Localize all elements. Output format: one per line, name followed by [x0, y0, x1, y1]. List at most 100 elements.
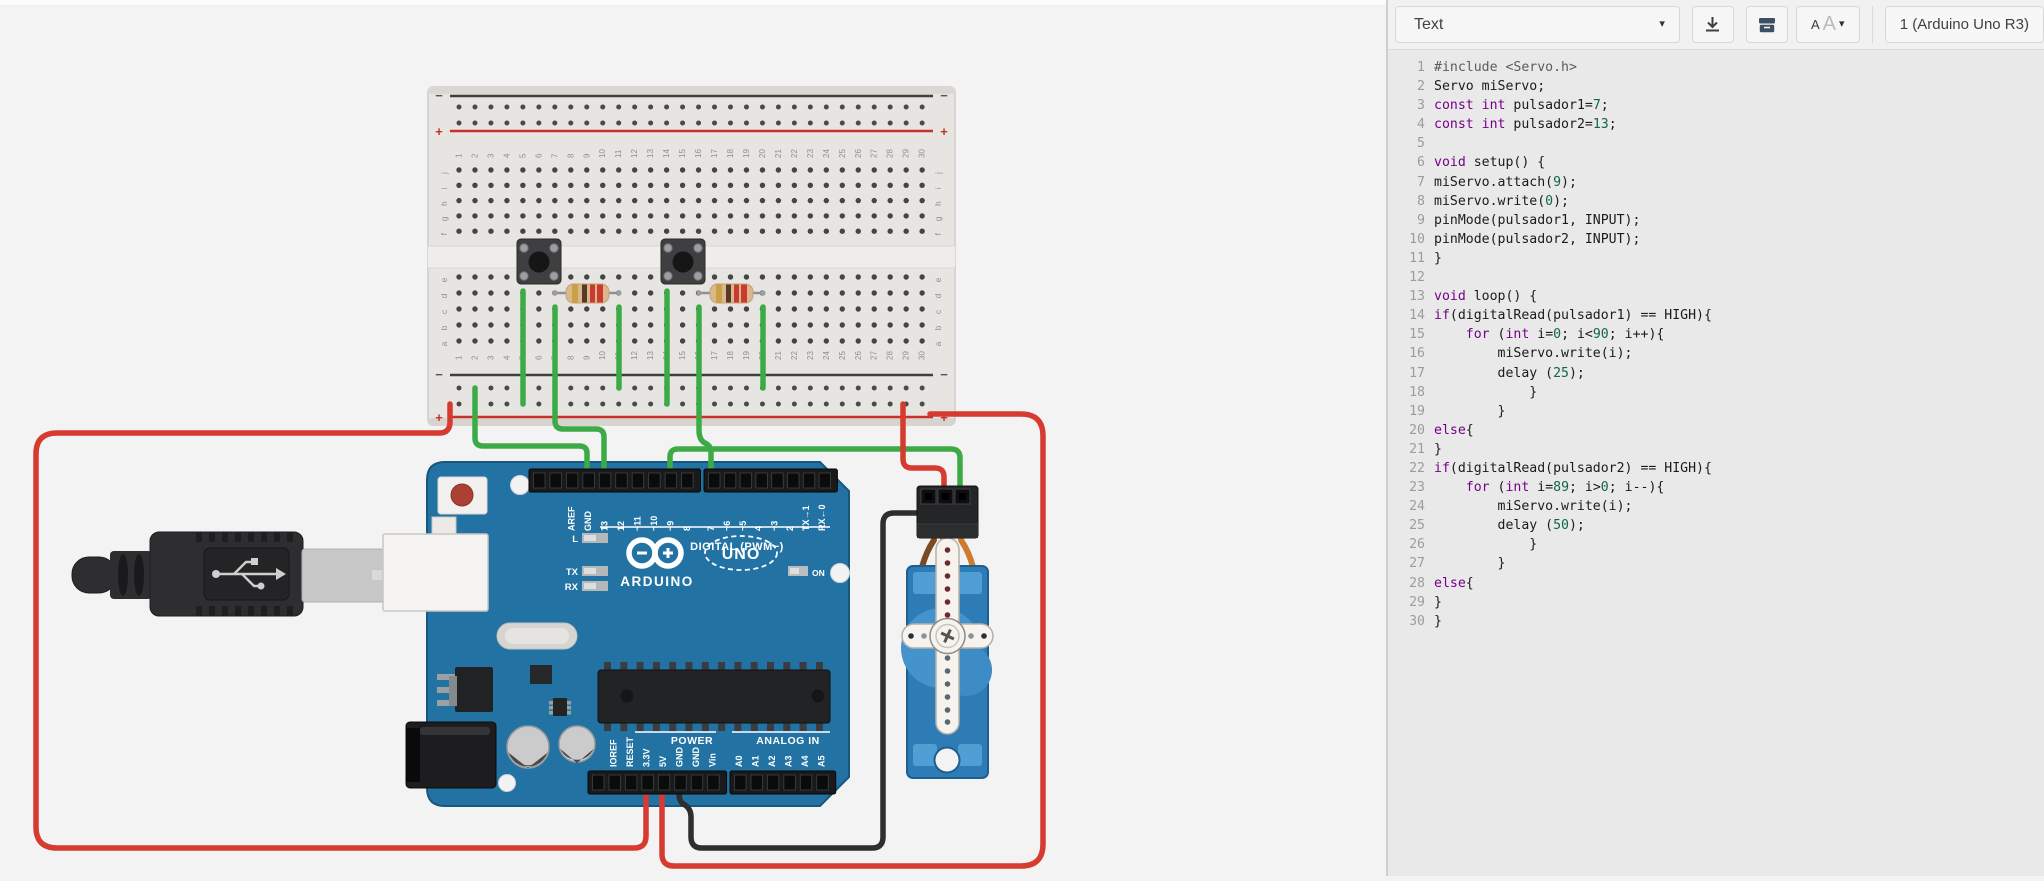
code-line[interactable]: 1 #include <Servo.h>	[1388, 58, 2044, 77]
code-text[interactable]: }	[1434, 612, 1442, 631]
code-text[interactable]: if(digitalRead(pulsador1) == HIGH){	[1434, 306, 1712, 325]
code-text[interactable]: miServo.write(i);	[1434, 344, 1633, 363]
text-size-button[interactable]: A A ▾	[1795, 6, 1860, 43]
svg-text:−: −	[435, 88, 443, 103]
code-text[interactable]: miServo.attach(9);	[1434, 173, 1577, 192]
code-text[interactable]: else{	[1434, 574, 1474, 593]
code-line[interactable]: 30}	[1388, 612, 2044, 631]
code-line[interactable]: 23 for (int i=89; i>0; i--){	[1388, 478, 2044, 497]
code-text[interactable]: const int pulsador1=7;	[1434, 96, 1609, 115]
svg-text:9: 9	[582, 153, 591, 158]
on-led-label: ON	[812, 568, 825, 578]
code-line[interactable]: 17 delay (25);	[1388, 364, 2044, 383]
code-text[interactable]: }	[1434, 402, 1506, 421]
code-line[interactable]: 29}	[1388, 593, 2044, 612]
line-number: 19	[1409, 403, 1425, 419]
code-text[interactable]: pinMode(pulsador1, INPUT);	[1434, 211, 1640, 230]
reset-button[interactable]	[437, 476, 488, 515]
code-text[interactable]: delay (25);	[1434, 364, 1585, 383]
arduino-uno[interactable]: L TX RX ARDUINO UNO ON DIGITAL (PWM~) PO…	[382, 461, 850, 807]
download-code-button[interactable]	[1691, 6, 1734, 43]
code-line[interactable]: 5	[1388, 134, 2044, 153]
code-line[interactable]: 11}	[1388, 249, 2044, 268]
code-text[interactable]: }	[1434, 554, 1506, 573]
code-text[interactable]: Servo miServo;	[1434, 77, 1545, 96]
code-text[interactable]: void loop() {	[1434, 287, 1537, 306]
code-line[interactable]: 22 if(digitalRead(pulsador2) == HIGH){	[1388, 459, 2044, 478]
code-line[interactable]: 16 miServo.write(i);	[1388, 344, 2044, 363]
code-line[interactable]: 27 }	[1388, 554, 2044, 573]
usb-shell-notch	[372, 570, 384, 580]
code-line[interactable]: 19 }	[1388, 402, 2044, 421]
led-L-label: L	[572, 534, 578, 545]
code-text[interactable]: pinMode(pulsador2, INPUT);	[1434, 230, 1640, 249]
code-line[interactable]: 10 pinMode(pulsador2, INPUT);	[1388, 230, 2044, 249]
code-line[interactable]: 25 delay (50);	[1388, 516, 2044, 535]
servo-motor[interactable]	[901, 537, 994, 779]
code-text[interactable]: for (int i=0; i<90; i++){	[1434, 325, 1665, 344]
usb-cable[interactable]	[71, 531, 385, 617]
code-line[interactable]: 2 Servo miServo;	[1388, 77, 2044, 96]
line-number: 20	[1409, 422, 1425, 438]
svg-text:i: i	[439, 187, 449, 189]
svg-text:30: 30	[918, 149, 927, 158]
code-line[interactable]: 12	[1388, 268, 2044, 287]
code-text[interactable]	[1434, 268, 1442, 287]
code-line[interactable]: 9 pinMode(pulsador1, INPUT);	[1388, 211, 2044, 230]
code-text[interactable]	[1434, 134, 1442, 153]
pushbutton-2[interactable]	[660, 238, 706, 285]
code-text[interactable]: void setup() {	[1434, 153, 1545, 172]
code-line[interactable]: 3 const int pulsador1=7;	[1388, 96, 2044, 115]
code-line[interactable]: 8 miServo.write(0);	[1388, 192, 2044, 211]
code-text[interactable]: }	[1434, 383, 1537, 402]
code-text[interactable]: else{	[1434, 421, 1474, 440]
button-cap[interactable]	[528, 251, 550, 273]
pushbutton-1[interactable]	[516, 238, 562, 285]
code-line[interactable]: 18 }	[1388, 383, 2044, 402]
svg-text:GND: GND	[583, 511, 593, 532]
code-text[interactable]: }	[1434, 593, 1442, 612]
usb-port[interactable]	[382, 533, 489, 612]
code-line[interactable]: 21}	[1388, 440, 2044, 459]
board-selector[interactable]: 1 (Arduino Uno R3)	[1884, 6, 2044, 43]
line-number: 11	[1409, 250, 1425, 266]
code-text[interactable]: #include <Servo.h>	[1434, 58, 1577, 77]
mounting-hole	[830, 563, 850, 583]
code-line[interactable]: 4 const int pulsador2=13;	[1388, 115, 2044, 134]
svg-text:25: 25	[838, 351, 847, 360]
code-line[interactable]: 20 else{	[1388, 421, 2044, 440]
code-line[interactable]: 28 else{	[1388, 574, 2044, 593]
analog-caption: ANALOG IN	[756, 735, 819, 747]
code-line[interactable]: 6 void setup() {	[1388, 153, 2044, 172]
servo-connector[interactable]	[916, 485, 979, 539]
button-cap[interactable]	[672, 251, 694, 273]
serial-monitor-button[interactable]	[1745, 6, 1788, 43]
code-text[interactable]: }	[1434, 440, 1442, 459]
editor-mode-select[interactable]: Text ▾	[1395, 6, 1680, 43]
code-text[interactable]: if(digitalRead(pulsador2) == HIGH){	[1434, 459, 1712, 478]
code-text[interactable]: }	[1434, 249, 1442, 268]
code-line[interactable]: 14 if(digitalRead(pulsador1) == HIGH){	[1388, 306, 2044, 325]
code-line[interactable]: 15 for (int i=0; i<90; i++){	[1388, 325, 2044, 344]
svg-text:19: 19	[742, 149, 751, 158]
code-text[interactable]: miServo.write(i);	[1434, 497, 1633, 516]
code-text[interactable]: delay (50);	[1434, 516, 1585, 535]
svg-text:27: 27	[870, 149, 879, 158]
code-text[interactable]: for (int i=89; i>0; i--){	[1434, 478, 1665, 497]
svg-text:25: 25	[838, 149, 847, 158]
code-text[interactable]: }	[1434, 535, 1537, 554]
svg-text:~9: ~9	[665, 521, 675, 531]
code-line[interactable]: 24 miServo.write(i);	[1388, 497, 2044, 516]
barrel-jack[interactable]	[405, 721, 497, 789]
circuit-canvas[interactable]: 1 1 2 2 3 3 4 4 5 5 6 6 7 7 8 8 9 9 10 10 11 11 12 12 13 13 14 14 15…	[0, 0, 1386, 876]
code-editor[interactable]: 1 #include <Servo.h> 2 Servo miServo; 3 const…	[1388, 50, 2044, 631]
svg-text:8: 8	[566, 355, 575, 360]
code-line[interactable]: 7 miServo.attach(9);	[1388, 173, 2044, 192]
usb-cable-tip[interactable]	[71, 556, 117, 594]
svg-text:13: 13	[646, 149, 655, 158]
code-line[interactable]: 13 void loop() {	[1388, 287, 2044, 306]
code-line[interactable]: 26 }	[1388, 535, 2044, 554]
code-text[interactable]: const int pulsador2=13;	[1434, 115, 1617, 134]
code-text[interactable]: miServo.write(0);	[1434, 192, 1569, 211]
svg-text:12: 12	[630, 351, 639, 360]
